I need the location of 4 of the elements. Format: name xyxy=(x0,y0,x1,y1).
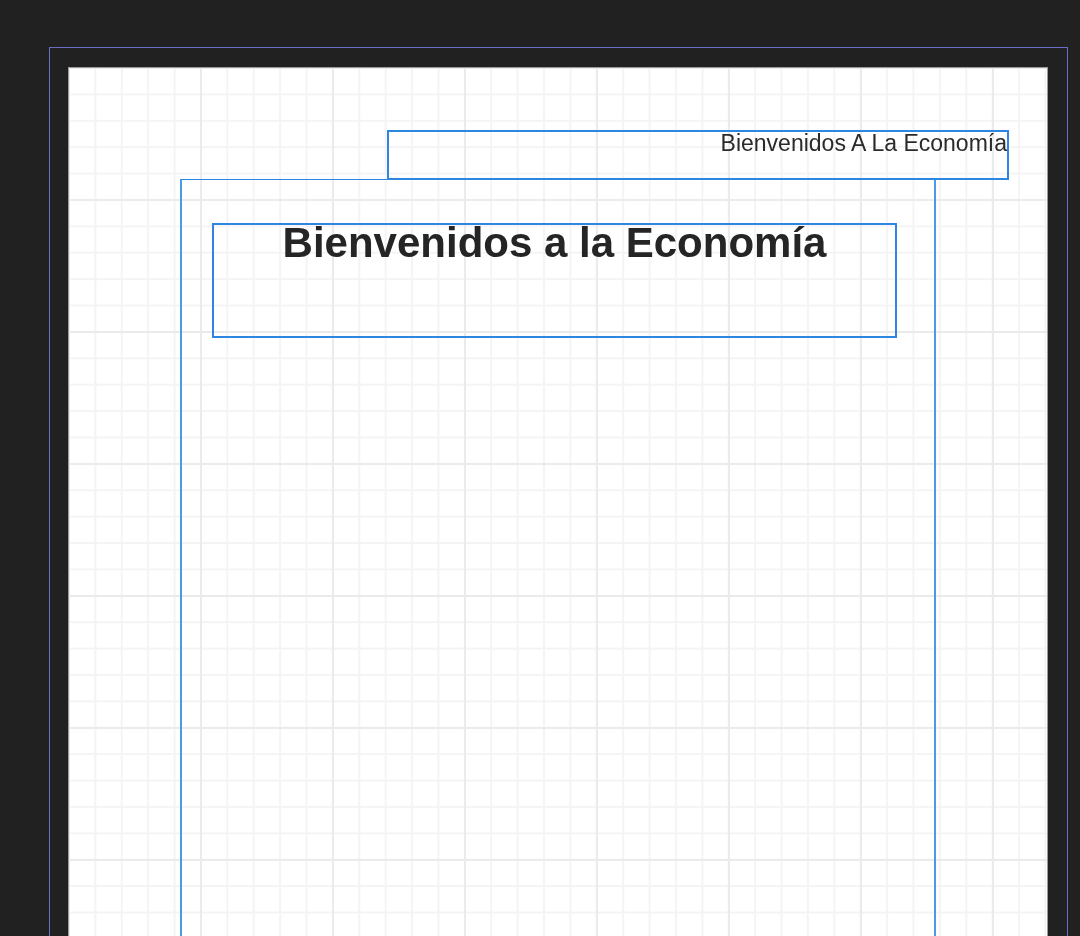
text-element-outline[interactable]: Bienvenidos A La Economía xyxy=(387,130,1009,180)
header-text: Bienvenidos A La Economía xyxy=(720,132,1007,154)
container-outline[interactable] xyxy=(180,179,936,936)
heading-element-outline[interactable]: Bienvenidos a la Economía xyxy=(212,223,897,338)
